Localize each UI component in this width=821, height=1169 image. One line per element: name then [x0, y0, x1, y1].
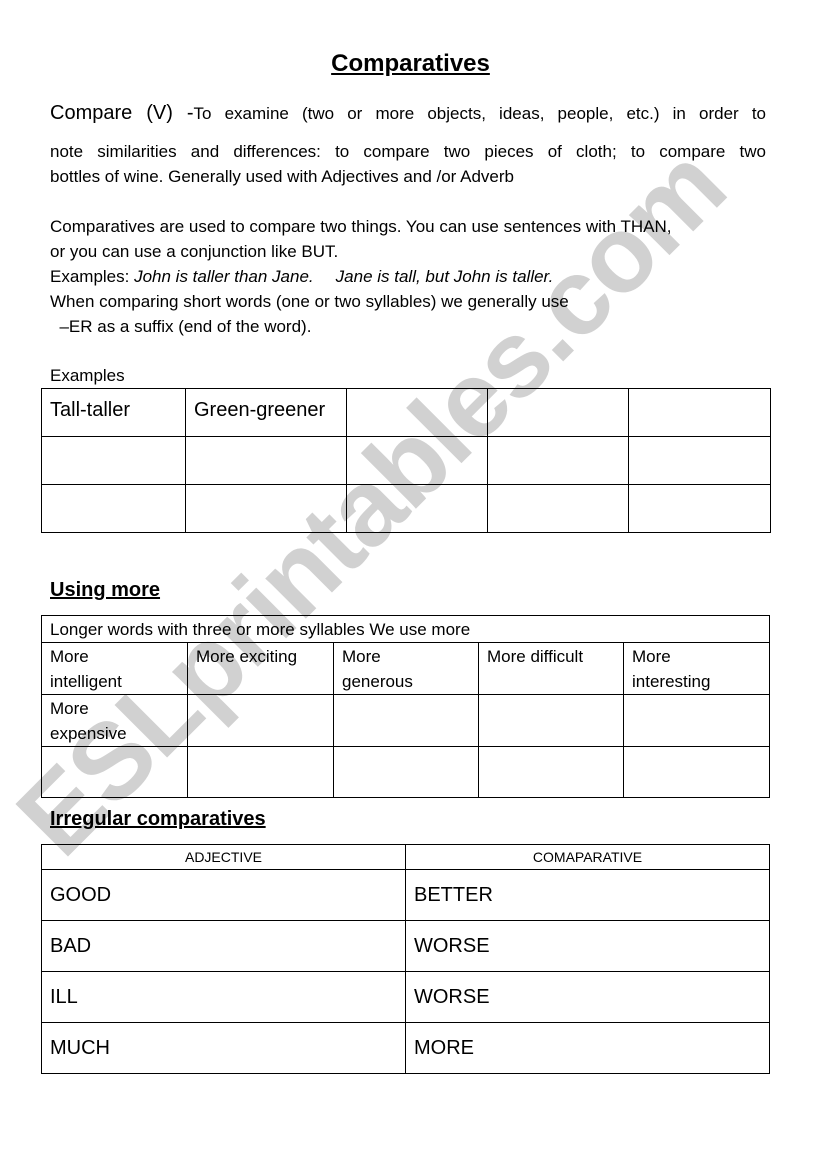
using-more-header-cell: Longer words with three or more syllable… [40, 615, 771, 643]
table-cell [346, 388, 488, 437]
table-cell [628, 388, 771, 437]
table-row [41, 436, 771, 485]
using-more-heading: Using more [50, 579, 161, 601]
irregular-heading: Irregular comparatives [50, 808, 266, 830]
table-cell [628, 484, 771, 533]
table-cell [487, 388, 629, 437]
definition-line-1: Compare (V) -To examine (two or more obj… [50, 101, 766, 126]
table-cell [487, 436, 629, 485]
table-cell: ILL [41, 971, 406, 1023]
table-cell [346, 484, 488, 533]
table-row: BAD WORSE [41, 920, 770, 972]
table-cell: GOOD [41, 869, 406, 921]
using-more-table: Longer words with three or more syllable… [40, 615, 771, 798]
table-cell: Tall-taller [41, 388, 186, 437]
table-cell [185, 484, 347, 533]
table-cell [346, 436, 488, 485]
table-cell [41, 484, 186, 533]
definition-term: Compare (V) - [50, 102, 194, 124]
table-cell: MUCH [41, 1022, 406, 1074]
table-cell [185, 436, 347, 485]
table-cell: WORSE [405, 920, 770, 972]
intro-line-4: When comparing short words (one or two s… [50, 292, 569, 311]
definition-text: To examine (two or more objects, ideas, … [193, 104, 766, 123]
table-cell [478, 694, 624, 747]
intro-line-1: Comparatives are used to compare two thi… [50, 217, 672, 236]
intro-line-2: or you can use a conjunction like BUT. [50, 242, 339, 261]
table-cell [622, 746, 771, 798]
definition-line-2: note similarities and differences: to co… [50, 142, 766, 161]
table-cell: More exciting [187, 642, 334, 695]
table-cell [187, 694, 334, 747]
table-cell: WORSE [405, 971, 770, 1023]
table-row: ILL WORSE [41, 971, 770, 1023]
er-examples-table: Tall-taller Green-greener [41, 388, 771, 533]
column-header-adjective: ADJECTIVE [41, 844, 406, 870]
table-cell: More expensive [41, 694, 188, 747]
table-row [41, 746, 771, 798]
table-cell: MORE [405, 1022, 770, 1074]
worksheet-page: ESLprintables.com Comparatives Compare (… [0, 0, 821, 1169]
table-cell: BETTER [405, 869, 770, 921]
table-row: Tall-taller Green-greener [41, 388, 771, 437]
table-cell: Green-greener [185, 388, 347, 437]
table-cell [41, 436, 186, 485]
examples-label: Examples [50, 366, 125, 385]
column-header-comparative: COMAPARATIVE [405, 844, 770, 870]
using-more-header-row: Longer words with three or more syllable… [40, 615, 771, 643]
table-row: GOOD BETTER [41, 869, 770, 921]
irregular-header-row: ADJECTIVE COMAPARATIVE [41, 844, 770, 870]
examples-prefix: Examples: [50, 267, 135, 286]
intro-paragraph: Comparatives are used to compare two thi… [50, 214, 766, 339]
table-cell: More generous [333, 642, 479, 695]
example-sentence-1: John is taller than Jane. [134, 267, 314, 286]
table-cell [333, 746, 479, 798]
table-cell [622, 694, 771, 747]
table-cell: More intelligent [41, 642, 188, 695]
intro-examples-line: Examples: John is taller than Jane. Jane … [50, 264, 766, 289]
table-cell [478, 746, 624, 798]
irregular-table: ADJECTIVE COMAPARATIVE GOOD BETTER BAD WORS… [41, 844, 770, 1074]
table-row: MUCH MORE [41, 1022, 770, 1074]
table-row: More expensive [41, 694, 771, 747]
table-cell [628, 436, 771, 485]
table-row [41, 484, 771, 533]
table-cell: More interesting [622, 642, 771, 695]
page-title: Comparatives [331, 50, 490, 77]
table-row: More intelligent More exciting More genero… [41, 642, 771, 695]
table-cell [187, 746, 334, 798]
table-cell [333, 694, 479, 747]
table-cell [487, 484, 629, 533]
intro-line-5: –ER as a suffix (end of the word). [50, 317, 312, 336]
table-cell: More difficult [478, 642, 624, 695]
table-cell [41, 746, 188, 798]
definition-line-3: bottles of wine. Generally used with Adj… [50, 167, 514, 186]
table-cell: BAD [41, 920, 406, 972]
example-sentence-2: Jane is tall, but John is taller. [335, 267, 554, 286]
